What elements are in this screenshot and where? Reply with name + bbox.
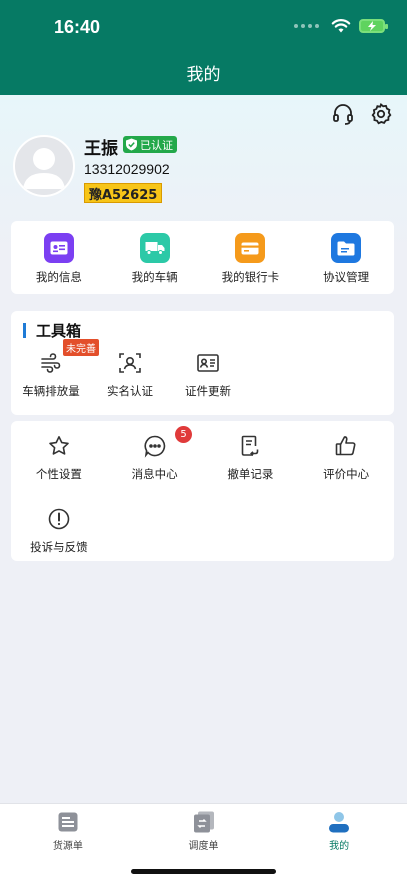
top-actions: [331, 102, 393, 126]
face-scan-icon: [119, 353, 141, 373]
toolbox-card: 工具箱 未完善 车辆排放量 实名认证 证件更新: [11, 311, 394, 415]
user-phone: 13312029902: [84, 161, 170, 177]
thumbs-up-icon: [335, 436, 356, 456]
menu-cancellation-records[interactable]: 撤单记录: [203, 434, 299, 507]
verified-label: 已认证: [140, 138, 173, 152]
star-icon: [49, 436, 69, 455]
cargo-list-icon: [58, 812, 78, 832]
quick-link-my-info[interactable]: 我的信息: [11, 221, 107, 285]
tool-label: 车辆排放量: [22, 384, 80, 398]
dispatch-icon: [193, 811, 214, 833]
page-title: 我的: [186, 65, 221, 84]
menu-label: 个性设置: [35, 467, 82, 481]
toolbox-header: 工具箱: [23, 320, 81, 341]
quick-links-card: 我的信息 我的车辆 我的银行卡 协议管理: [11, 221, 394, 294]
toolbox-title: 工具箱: [36, 322, 82, 340]
folder-icon: [331, 233, 362, 263]
home-indicator: [131, 869, 276, 874]
tool-real-name-auth[interactable]: 实名认证: [91, 351, 169, 399]
quick-link-bank-card[interactable]: 我的银行卡: [203, 221, 299, 285]
tab-mine[interactable]: 我的: [271, 804, 407, 883]
avatar[interactable]: [13, 135, 75, 197]
license-plate-text: 豫A52625: [89, 187, 158, 203]
menu-message-center[interactable]: 消息中心: [107, 434, 203, 507]
menu-personal-settings[interactable]: 个性设置: [11, 434, 107, 507]
chat-icon: [144, 435, 165, 458]
quick-link-label: 我的银行卡: [221, 270, 280, 284]
more-functions-card: 个性设置 消息中心 撤单记录 评价中心 投诉与反馈 5: [11, 421, 394, 561]
status-icons: [294, 18, 388, 34]
gear-icon[interactable]: [369, 102, 393, 126]
exclamation-icon: [48, 508, 70, 530]
tab-label: 货源单: [52, 841, 83, 852]
menu-rating-center[interactable]: 评价中心: [298, 434, 394, 507]
menu-label: 评价中心: [323, 467, 370, 481]
menu-label: 撤单记录: [227, 467, 274, 481]
tool-certificate-update[interactable]: 证件更新: [169, 351, 247, 399]
message-count-badge: 5: [175, 426, 192, 443]
shield-check-icon: [126, 138, 137, 151]
bank-card-icon: [235, 233, 266, 263]
quick-link-label: 我的信息: [35, 270, 82, 284]
tool-label: 证件更新: [185, 384, 231, 398]
quick-link-my-vehicle[interactable]: 我的车辆: [107, 221, 203, 285]
signal-dots-icon: [294, 24, 319, 28]
record-icon: [242, 435, 259, 456]
user-avatar-icon: [23, 148, 65, 189]
certificate-icon: [197, 354, 219, 372]
quick-link-agreements[interactable]: 协议管理: [298, 221, 394, 285]
user-profile-icon: [329, 812, 350, 833]
menu-complaints-feedback[interactable]: 投诉与反馈: [11, 507, 107, 580]
tab-label: 我的: [329, 841, 350, 852]
tab-label: 调度单: [188, 841, 219, 852]
menu-label: 消息中心: [131, 467, 178, 481]
wifi-icon: [331, 19, 351, 33]
headset-icon[interactable]: [331, 102, 355, 126]
tool-vehicle-emission[interactable]: 未完善 车辆排放量: [11, 339, 99, 399]
section-accent-bar: [23, 323, 26, 338]
tab-cargo-orders[interactable]: 货源单: [0, 804, 136, 883]
quick-link-label: 我的车辆: [131, 270, 178, 284]
truck-icon: [139, 233, 170, 263]
wind-icon: [41, 353, 61, 373]
app-header: 16:40 我的: [0, 0, 407, 95]
tool-label: 实名认证: [107, 384, 153, 398]
verified-badge: 已认证: [123, 136, 177, 153]
quick-link-label: 协议管理: [323, 270, 370, 284]
menu-label: 投诉与反馈: [30, 540, 88, 554]
id-card-icon: [43, 233, 74, 263]
status-time: 16:40: [54, 17, 101, 37]
license-plate-badge: 豫A52625: [84, 183, 163, 203]
user-name: 王振: [84, 139, 118, 159]
battery-charging-icon: [359, 19, 388, 33]
